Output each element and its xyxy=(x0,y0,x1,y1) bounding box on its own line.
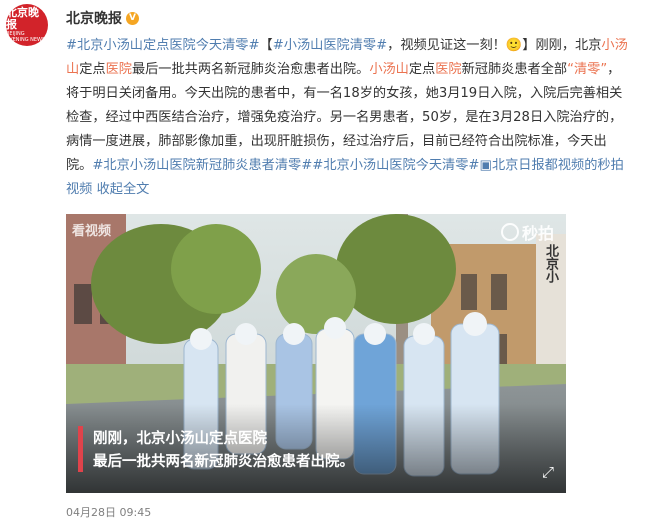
post-timestamp[interactable]: 04月28日 09:45 xyxy=(66,504,151,520)
topic-link[interactable]: #北京小汤山定点医院今天清零# xyxy=(66,38,260,53)
post-segment: 定点 xyxy=(408,62,436,77)
video-caption: 刚刚，北京小汤山定点医院 最后一批共两名新冠肺炎治愈患者出院。 xyxy=(93,428,354,474)
post-segment: 】刚刚，北京 xyxy=(522,38,602,53)
caption-line: 最后一批共两名新冠肺炎治愈患者出院。 xyxy=(93,454,354,470)
watermark-left: 看视频 xyxy=(72,224,112,239)
post-text: #北京小汤山定点医院今天清零#【#小汤山医院清零#，视频见证这一刻！🙂】刚刚，北… xyxy=(66,34,632,202)
keyword-link[interactable]: “清零” xyxy=(567,62,607,77)
verified-badge-icon: V xyxy=(126,11,139,25)
post-segment: 定点 xyxy=(79,62,106,77)
post-segment: ，视频见证这一刻！ xyxy=(387,38,506,53)
caption-line: 刚刚，北京小汤山定点医院 xyxy=(93,431,267,447)
post-segment: ，将于明日关闭备用。今天出院的患者中，有一名18岁的女孩，她3月19日入院，入院… xyxy=(66,62,623,173)
keyword-link[interactable]: 小汤山 xyxy=(369,62,409,77)
video-link-icon: ▣ xyxy=(479,158,492,173)
topic-link[interactable]: #北京小汤山医院新冠肺炎患者清零# xyxy=(92,158,312,173)
video-player[interactable]: 看视频 秒拍 北京小 刚刚，北京小汤山定点医院 最后一批共两名新冠肺炎治愈患者出… xyxy=(66,214,566,493)
topic-link[interactable]: #北京小汤山医院今天清零# xyxy=(312,158,479,173)
topic-link[interactable]: #小汤山医院清零# xyxy=(273,38,387,53)
watermark-right-label: 秒拍 xyxy=(521,224,554,243)
post-segment: 新冠肺炎患者全部 xyxy=(461,62,568,77)
expand-icon[interactable]: ⤢ xyxy=(542,463,554,481)
emoji-icon: 🙂 xyxy=(505,38,523,53)
account-name-row: 北京晚报 V xyxy=(66,8,139,28)
keyword-link[interactable]: 医院 xyxy=(106,62,132,77)
watermark-right: 秒拍 xyxy=(500,220,554,244)
avatar-logo-text: 北京晚报 xyxy=(6,6,39,31)
avatar-logo-subtext: BEIJING EVENING NEWS xyxy=(6,31,46,43)
collapse-link[interactable]: 收起全文 xyxy=(97,182,150,197)
keyword-link[interactable]: 医院 xyxy=(435,62,461,77)
account-name[interactable]: 北京晚报 xyxy=(66,8,122,28)
post-segment: 最后一批共两名新冠肺炎治愈患者出院。 xyxy=(131,62,370,77)
bracket-open: 【 xyxy=(259,38,273,53)
miaopai-logo-icon xyxy=(500,223,519,241)
avatar[interactable]: 北京晚报 BEIJING EVENING NEWS xyxy=(6,4,48,46)
building-sign: 北京小 xyxy=(543,244,558,283)
